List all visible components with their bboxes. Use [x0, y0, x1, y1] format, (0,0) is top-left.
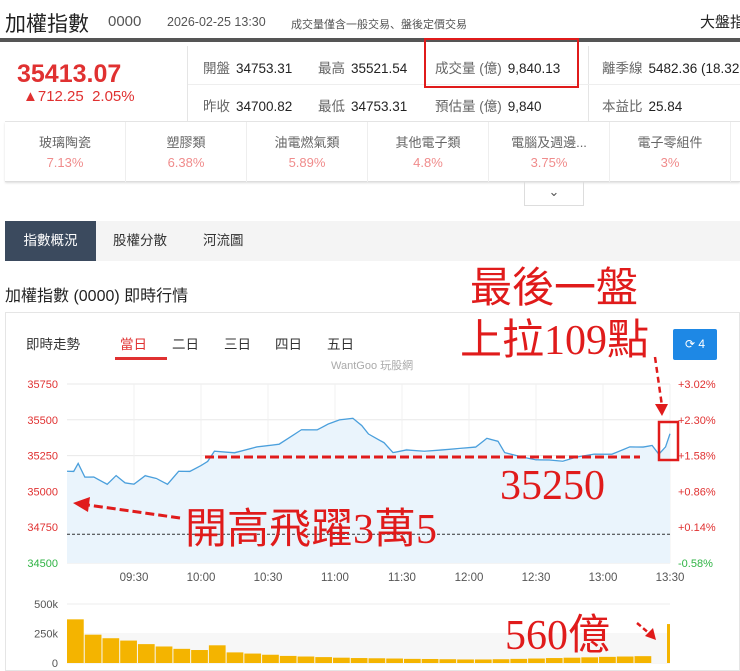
y-right-tick-label: +0.86% — [678, 486, 716, 498]
volume-bar — [279, 655, 297, 663]
volume-bar — [386, 658, 403, 663]
annotation-open-high: 開高飛躍3萬5 — [185, 507, 438, 553]
volume-bar — [315, 657, 333, 663]
annotation-arrow — [653, 356, 664, 407]
volume-bar — [262, 654, 279, 663]
volume-bar — [226, 652, 244, 663]
volume-bar — [403, 658, 421, 663]
volume-tick-label: 500k — [34, 599, 58, 611]
volume-bar — [297, 656, 315, 663]
x-tick-label: 10:30 — [254, 572, 283, 584]
y-tick-label: 35500 — [27, 415, 58, 427]
volume-bar — [102, 638, 120, 663]
volume-bar — [244, 653, 262, 663]
y-right-tick-label: +0.14% — [678, 522, 716, 534]
x-tick-label: 10:00 — [187, 572, 216, 584]
x-tick-label: 11:00 — [321, 572, 349, 584]
volume-bar — [67, 619, 84, 663]
volume-bar — [350, 658, 368, 663]
volume-bar — [368, 658, 386, 663]
volume-bar — [457, 659, 474, 663]
volume-bar — [616, 656, 634, 663]
volume-bar — [173, 648, 191, 663]
y-right-tick-label: +3.02% — [678, 379, 716, 391]
x-tick-label: 12:00 — [455, 572, 484, 584]
volume-bar — [137, 644, 155, 663]
annotation-pull-up: 上拉109點 — [460, 318, 650, 364]
volume-bar — [155, 646, 173, 663]
x-tick-label: 13:00 — [589, 572, 618, 584]
y-right-tick-label: -0.58% — [678, 558, 713, 570]
arrow-head-icon — [655, 404, 668, 416]
y-tick-label: 34750 — [27, 522, 58, 534]
volume-bar — [191, 650, 208, 663]
y-tick-label: 35250 — [27, 451, 58, 463]
y-right-tick-label: +2.30% — [678, 415, 716, 427]
x-tick-label: 12:30 — [522, 572, 551, 584]
annotation-level: 35250 — [500, 463, 605, 509]
x-tick-label: 13:30 — [656, 572, 685, 584]
x-tick-label: 11:30 — [388, 572, 416, 584]
volume-bar — [634, 656, 652, 663]
volume-tick-label: 250k — [34, 629, 58, 641]
volume-bar — [84, 634, 102, 663]
y-right-tick-label: +1.58% — [678, 451, 716, 463]
volume-bar — [667, 624, 670, 663]
volume-bar — [439, 659, 457, 663]
y-tick-label: 35750 — [27, 379, 58, 391]
annotation-arrow — [636, 622, 651, 635]
x-tick-label: 09:30 — [120, 572, 149, 584]
volume-tick-label: 0 — [52, 658, 58, 670]
y-tick-label: 34500 — [27, 558, 58, 570]
volume-bar — [474, 659, 492, 663]
annotation-volume: 560億 — [505, 613, 611, 659]
volume-bar — [421, 658, 439, 663]
y-tick-label: 35000 — [27, 486, 58, 498]
volume-bar — [208, 645, 226, 663]
volume-bar — [120, 640, 137, 663]
volume-bar — [333, 657, 350, 663]
